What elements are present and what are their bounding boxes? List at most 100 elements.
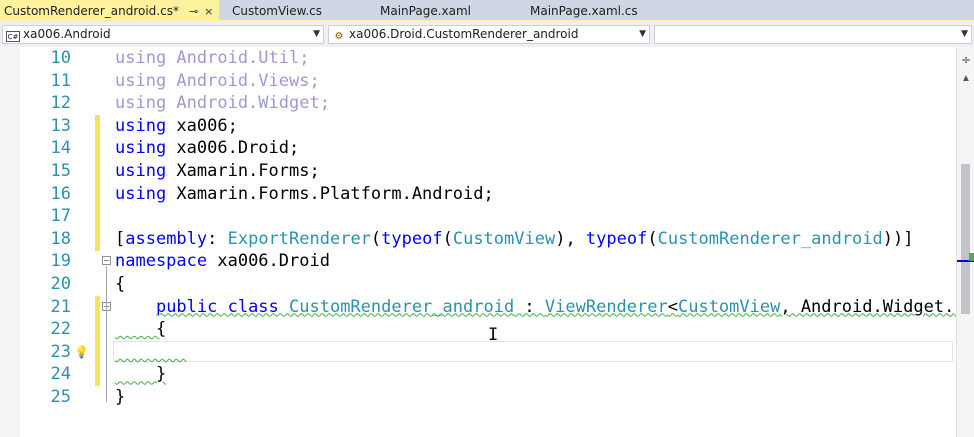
project-name: xa006.Android (23, 27, 111, 41)
code-line[interactable]: 15 using Xamarin.Forms; (0, 160, 956, 183)
code-token: ( (370, 228, 382, 249)
code-text: } (115, 386, 125, 409)
line-number: 20 (50, 274, 71, 294)
code-token: xa006; (166, 115, 238, 136)
lightbulb-icon[interactable]: 💡 (74, 345, 89, 359)
navigation-bar: C# xa006.Android ▼ ⚙ xa006.Droid.CustomRen… (0, 22, 974, 48)
line-number: 15 (50, 161, 71, 181)
code-text: using xa006; (115, 115, 238, 138)
code-text: using Xamarin.Forms; (115, 160, 320, 183)
class-icon: ⚙ (334, 31, 344, 42)
code-token: ), (555, 228, 586, 249)
code-token: xa006.Droid; (166, 138, 300, 159)
code-line[interactable]: 20 { (0, 273, 956, 296)
tab-label: CustomRenderer_android.cs* (4, 4, 179, 18)
collapse-icon[interactable]: − (102, 256, 111, 266)
code-line[interactable]: 25} (0, 386, 956, 409)
code-token: using (115, 183, 167, 204)
change-indicator (95, 114, 100, 138)
chevron-down-icon: ▼ (313, 29, 320, 39)
scrollbar-thumb[interactable] (961, 164, 970, 314)
tab-label: MainPage.xaml (380, 4, 471, 18)
code-token: < (667, 296, 678, 317)
code-line[interactable]: 24 } (0, 363, 956, 387)
code-text: using Android.Widget; (115, 92, 330, 115)
code-text: { (115, 318, 166, 341)
change-indicator (95, 295, 100, 319)
line-number: 24 (50, 364, 71, 385)
code-token: , Android.Widget. (780, 296, 955, 317)
code-token: public class (155, 296, 290, 317)
line-number: 12 (50, 93, 71, 114)
code-line[interactable]: 21− public class CustomRenderer_android … (0, 295, 965, 319)
code-line[interactable]: 19 − namespace xa006.Droid (0, 250, 956, 273)
line-number: 22 (50, 319, 71, 340)
change-indicator (95, 227, 100, 251)
tab-mainpage-xaml-cs[interactable]: MainPage.xaml.cs (530, 0, 638, 22)
change-indicator (95, 205, 100, 229)
code-line[interactable]: 16 using Xamarin.Forms.Platform.Android; (0, 182, 956, 206)
project-dropdown[interactable]: C# xa006.Android ▼ (2, 25, 324, 44)
code-token: xa006.Droid (207, 251, 330, 272)
code-line[interactable]: 14 using xa006.Droid; (0, 137, 956, 161)
code-token: namespace (115, 251, 208, 272)
code-token: using Android.Widget; (115, 93, 330, 114)
code-text: } (115, 363, 166, 386)
tab-mainpage-xaml[interactable]: MainPage.xaml (380, 0, 471, 22)
code-line[interactable]: 13 using xa006; (0, 114, 956, 138)
code-line[interactable]: 11 using Android.Views; (0, 70, 956, 93)
current-line-highlight (113, 340, 953, 362)
tab-label: CustomView.cs (232, 4, 323, 18)
code-token: assembly (125, 228, 208, 249)
code-token: using (115, 138, 167, 159)
tab-customview[interactable]: CustomView.cs (232, 0, 322, 22)
change-indicator (95, 363, 100, 387)
code-token: Xamarin.Forms; (166, 161, 320, 181)
code-token: } (115, 387, 126, 407)
code-token: ViewRenderer (544, 296, 668, 317)
chevron-down-icon: ▼ (639, 29, 646, 39)
line-number: 14 (50, 138, 71, 159)
change-indicator (95, 318, 100, 342)
code-token: Xamarin.Forms.Platform.Android; (166, 183, 494, 204)
code-token: CustomView (677, 296, 781, 317)
code-text: [assembly: ExportRenderer(typeof(CustomV… (115, 228, 913, 251)
code-line[interactable]: 17 (0, 205, 956, 229)
code-token: typeof (381, 228, 443, 249)
code-token: ))] (882, 228, 914, 249)
code-token: typeof (585, 228, 648, 249)
code-token: CustomView (452, 228, 556, 249)
line-number: 11 (50, 70, 71, 91)
code-token: CustomRenderer_android (657, 228, 883, 249)
line-number: 18 (50, 228, 71, 249)
split-icon[interactable]: ÷ (961, 53, 971, 67)
member-dropdown[interactable]: ▼ (654, 25, 972, 44)
tab-customrenderer-android[interactable]: CustomRenderer_android.cs* ⊸ × (0, 0, 220, 22)
code-token: using Android.Util; (115, 48, 310, 68)
code-line[interactable]: 10 using Android.Util; (0, 47, 956, 70)
change-marker (969, 253, 974, 261)
line-number: 19 (50, 251, 71, 272)
change-indicator (95, 340, 100, 364)
code-text: { (115, 273, 125, 296)
code-token: ( (442, 228, 453, 249)
code-line[interactable]: 22 { (0, 318, 956, 342)
code-line[interactable]: 12 using Android.Widget; (0, 92, 956, 115)
code-token: ( (647, 228, 658, 249)
line-number: 10 (50, 48, 71, 68)
code-token: using (115, 115, 167, 136)
code-token: : (207, 228, 228, 249)
code-line[interactable]: 💡 23 (0, 340, 956, 364)
type-name: xa006.Droid.CustomRenderer_android (349, 27, 579, 41)
line-number: 17 (50, 206, 71, 227)
type-dropdown[interactable]: ⚙ xa006.Droid.CustomRenderer_android ▼ (328, 25, 650, 44)
line-number: 16 (50, 183, 71, 204)
csharp-project-icon: C# (6, 31, 20, 42)
vertical-scrollbar[interactable]: ÷ ▲ (956, 47, 974, 437)
code-token: [ (115, 228, 126, 249)
code-line[interactable]: 18 [assembly: ExportRenderer(typeof(Custo… (0, 227, 956, 251)
code-text: using Android.Util; (115, 47, 309, 70)
code-token: : (514, 296, 545, 317)
scroll-up-icon[interactable]: ▲ (961, 73, 971, 84)
